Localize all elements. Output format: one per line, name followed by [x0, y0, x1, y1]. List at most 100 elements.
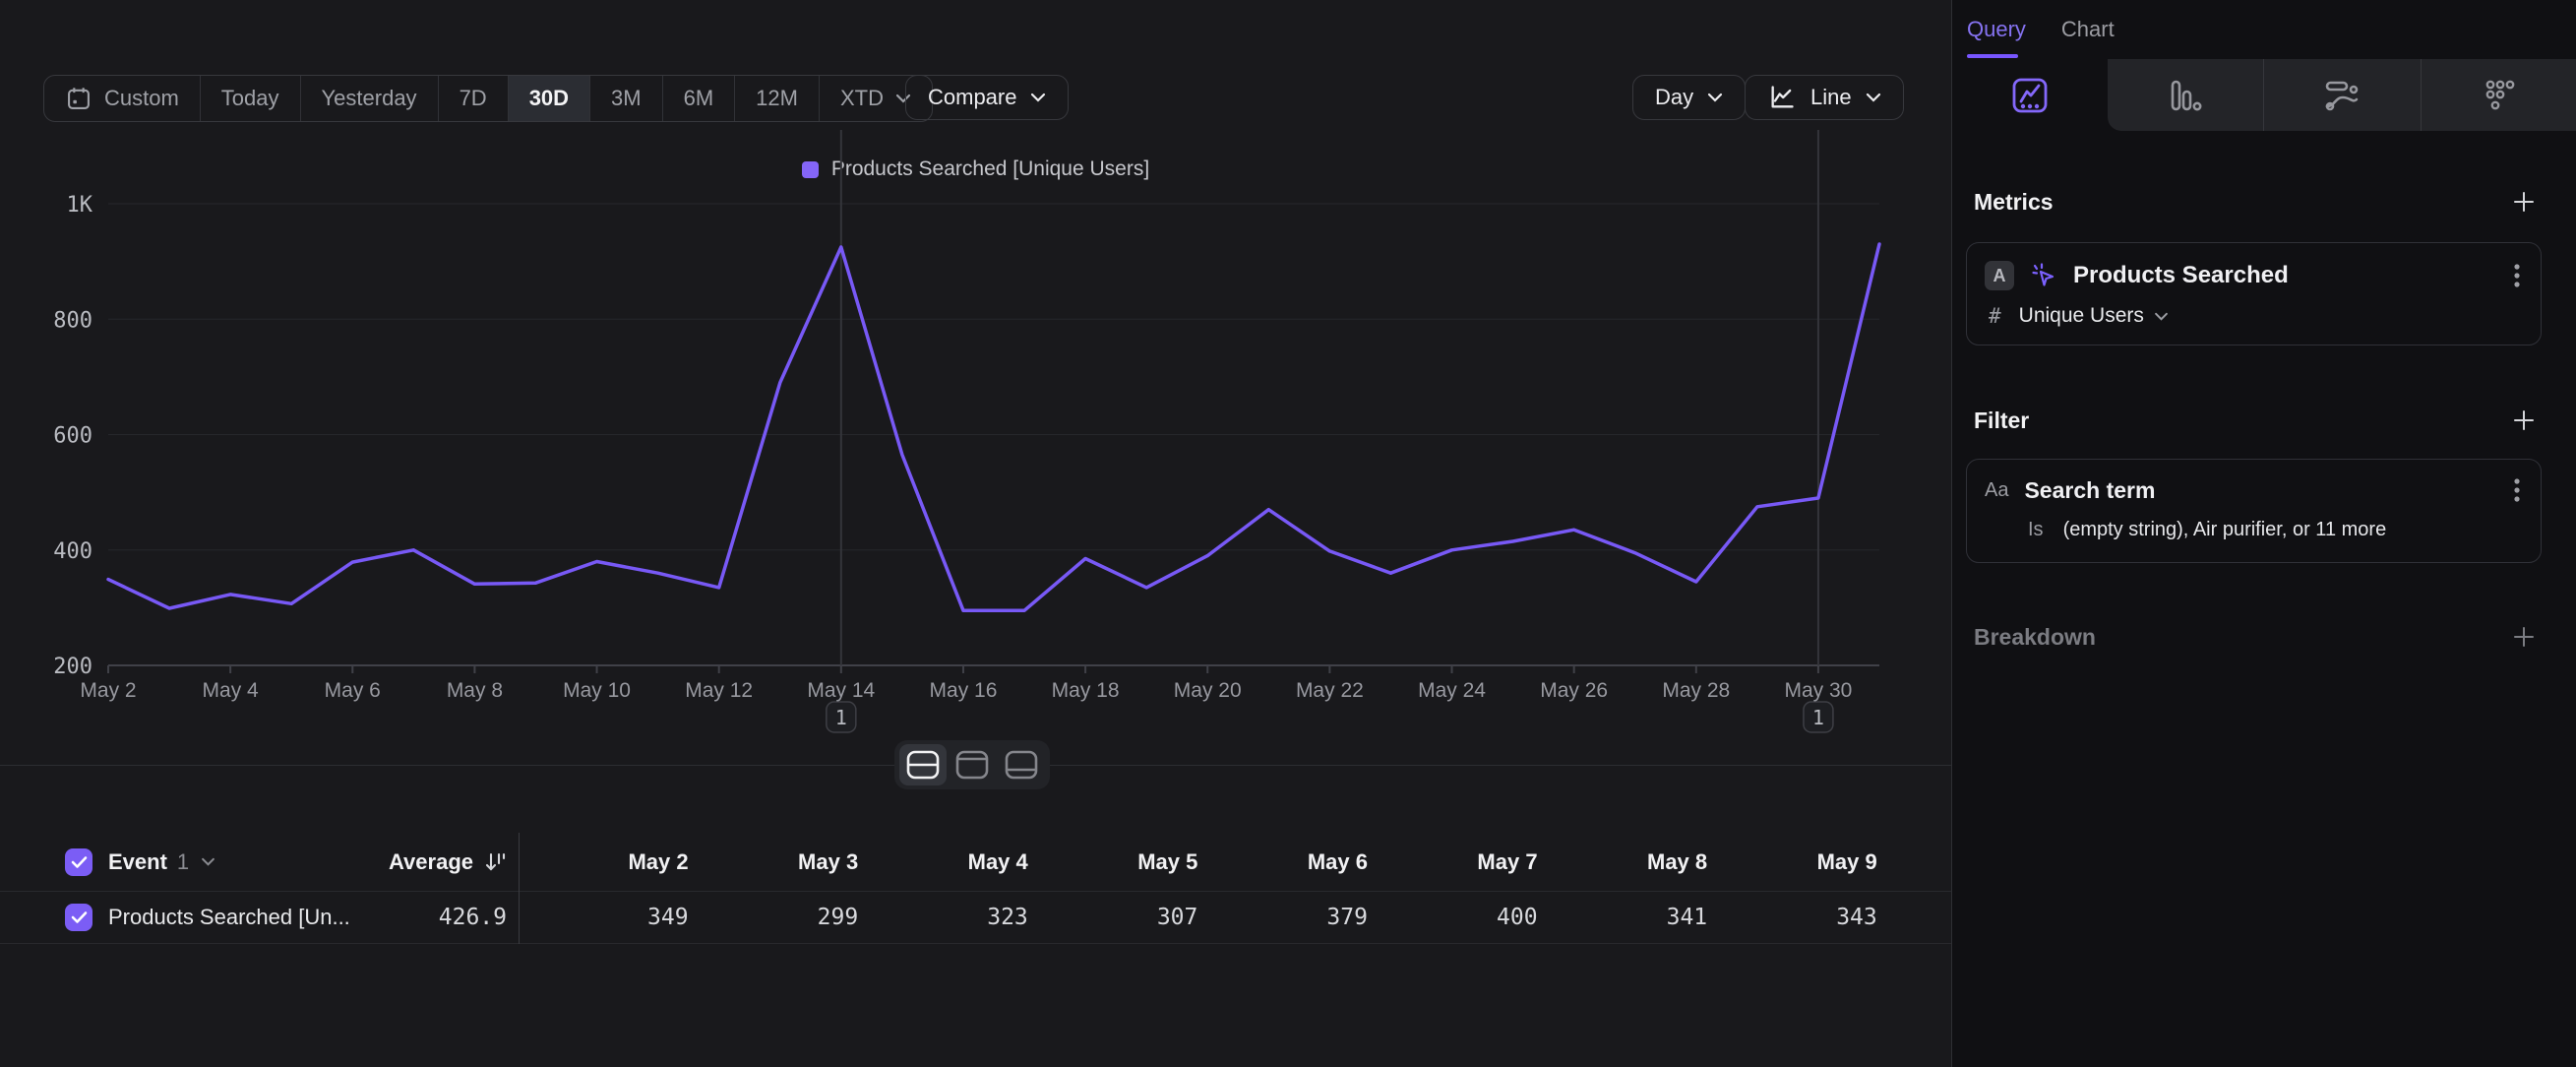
table-day-header: May 6	[1197, 849, 1368, 875]
property-type-badge: Aa	[1985, 479, 2008, 502]
layout-chart-only-button[interactable]	[949, 744, 996, 785]
filter-operator[interactable]: Is	[2028, 519, 2044, 541]
split-view-icon	[906, 750, 940, 780]
layout-table-focus-button[interactable]	[998, 744, 1045, 785]
flows-icon	[2323, 77, 2361, 114]
event-column-header[interactable]: Event	[108, 849, 167, 875]
x-axis-label: May 2	[80, 679, 136, 702]
add-filter-button[interactable]	[2511, 408, 2537, 433]
tab-query[interactable]: Query	[1967, 0, 2026, 59]
report-type-flows-tab[interactable]	[2263, 59, 2420, 131]
report-type-insights-tab[interactable]	[1952, 59, 2108, 131]
query-builder-panel: Query Chart	[1951, 0, 2576, 1067]
table-day-value: 349	[519, 905, 689, 930]
table-day-headers: May 2May 3May 4May 5May 6May 7May 8May 9	[519, 849, 1877, 875]
table-day-value: 323	[858, 905, 1028, 930]
table-day-header: May 3	[689, 849, 859, 875]
annotation-badge[interactable]: 1	[1804, 702, 1833, 732]
table-header-row: Event 1 Average May 2May 3May 4May 5May …	[0, 833, 1951, 892]
line-chart[interactable]: 1K 800 600 400 200 1 1 May 2 May 4 May 6 May 8 May …	[0, 0, 1951, 748]
active-tab-underline	[1967, 54, 2018, 58]
aggregation-dropdown[interactable]: Unique Users	[2019, 304, 2169, 328]
table-day-header: May 8	[1538, 849, 1708, 875]
svg-text:1: 1	[835, 706, 847, 729]
chevron-down-icon[interactable]	[201, 857, 215, 866]
chart-only-icon	[955, 750, 989, 780]
table-day-value: 400	[1368, 905, 1538, 930]
filter-value[interactable]: (empty string), Air purifier, or 11 more	[2063, 519, 2387, 541]
aggregation-prefix: #	[1989, 304, 2001, 328]
filter-card[interactable]: Aa Search term Is (empty string), Air pu…	[1966, 459, 2542, 563]
average-column-header[interactable]: Average	[389, 849, 473, 875]
annotation-badge[interactable]: 1	[827, 702, 856, 732]
tab-chart[interactable]: Chart	[2061, 0, 2115, 59]
event-sparkle-icon	[2030, 262, 2057, 289]
svg-text:1: 1	[1812, 706, 1824, 729]
series-checkbox[interactable]	[65, 904, 92, 931]
metric-kebab-menu[interactable]	[2513, 262, 2521, 289]
y-axis-label: 1K	[67, 193, 93, 218]
table-column-divider	[519, 833, 520, 944]
filter-kebab-menu[interactable]	[2513, 476, 2521, 504]
report-type-tab-panel	[2108, 59, 2576, 131]
breakdown-section-header: Breakdown	[1974, 620, 2537, 654]
metric-card[interactable]: A Products Searched # Unique Users	[1966, 242, 2542, 345]
table-day-value: 341	[1538, 905, 1708, 930]
y-axis-label: 600	[53, 424, 92, 449]
x-axis-label: May 4	[203, 679, 260, 702]
table-day-value: 299	[689, 905, 859, 930]
table-day-header: May 7	[1368, 849, 1538, 875]
table-day-header: May 2	[519, 849, 689, 875]
metrics-section-header: Metrics	[1974, 185, 2537, 219]
table-day-value: 307	[1028, 905, 1198, 930]
table-row: Products Searched [Un... 426.9 349299323…	[0, 892, 1951, 944]
y-axis-label: 800	[53, 308, 92, 333]
x-axis-label: May 20	[1174, 679, 1242, 702]
x-axis-label: May 22	[1296, 679, 1364, 702]
table-day-value: 343	[1707, 905, 1877, 930]
x-axis-label: May 24	[1418, 679, 1486, 702]
series-average-value: 426.9	[439, 905, 507, 930]
x-axis-label: May 28	[1662, 679, 1730, 702]
x-axis-label: May 26	[1540, 679, 1608, 702]
insights-icon	[2010, 76, 2050, 115]
report-type-tabs	[1952, 59, 2576, 131]
series-line[interactable]	[108, 244, 1879, 610]
insights-report-panel: Custom Today Yesterday 7D 30D 3M 6M 12M …	[0, 0, 1951, 1067]
x-axis-label: May 8	[447, 679, 503, 702]
panel-tabs: Query Chart	[1952, 0, 2115, 59]
table-day-header: May 4	[858, 849, 1028, 875]
x-axis-label: May 18	[1052, 679, 1120, 702]
filter-property-name: Search term	[2024, 477, 2155, 504]
add-breakdown-button[interactable]	[2511, 624, 2537, 650]
x-axis-label: May 6	[325, 679, 381, 702]
x-axis-label: May 14	[807, 679, 875, 702]
filter-title: Filter	[1974, 408, 2029, 434]
x-axis-label: May 12	[685, 679, 753, 702]
table-day-header: May 9	[1707, 849, 1877, 875]
filter-section-header: Filter	[1974, 404, 2537, 437]
metric-event-name: Products Searched	[2073, 262, 2289, 289]
table-day-value: 379	[1197, 905, 1368, 930]
layout-toggle-group	[894, 740, 1050, 789]
add-metric-button[interactable]	[2511, 189, 2537, 215]
table-focus-icon	[1005, 750, 1038, 780]
y-axis-label: 200	[53, 655, 92, 679]
report-type-retention-tab[interactable]	[2421, 59, 2576, 131]
report-type-funnels-tab[interactable]	[2108, 59, 2263, 131]
x-axis-label: May 16	[930, 679, 998, 702]
retention-icon	[2481, 77, 2518, 114]
table-day-header: May 5	[1028, 849, 1198, 875]
metric-letter-badge: A	[1985, 261, 2014, 290]
sort-descending-icon[interactable]	[483, 850, 507, 874]
event-count: 1	[177, 849, 189, 875]
select-all-checkbox[interactable]	[65, 848, 92, 876]
y-axis-label: 400	[53, 539, 92, 564]
funnels-icon	[2167, 77, 2204, 114]
x-axis-label: May 10	[563, 679, 631, 702]
x-axis-label: May 30	[1784, 679, 1852, 702]
layout-split-view-button[interactable]	[899, 744, 947, 785]
table-day-values: 349299323307379400341343	[519, 905, 1877, 930]
breakdown-title: Breakdown	[1974, 624, 2096, 651]
metrics-title: Metrics	[1974, 189, 2054, 216]
